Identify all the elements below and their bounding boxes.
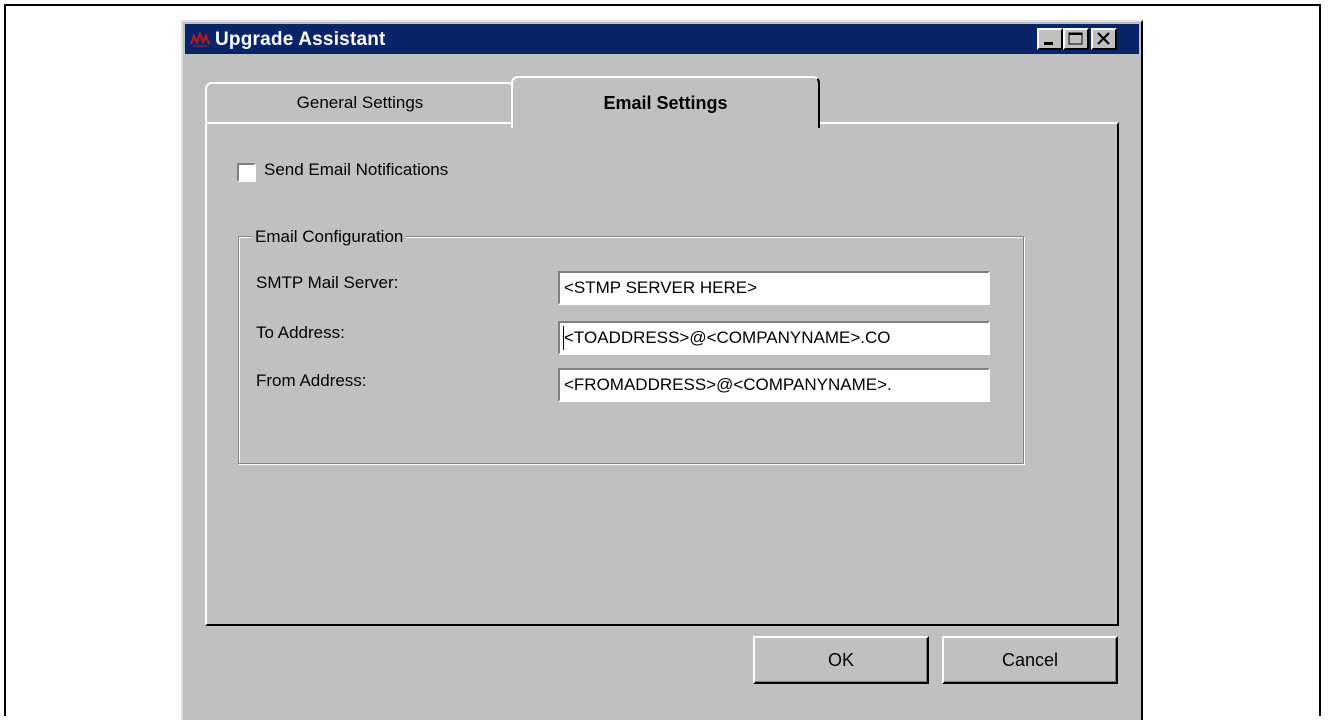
close-button[interactable] [1091, 28, 1117, 50]
minimize-icon [1044, 42, 1053, 45]
cancel-button[interactable]: Cancel [942, 636, 1118, 684]
text-caret [563, 326, 564, 350]
tab-email-settings-label: Email Settings [603, 93, 728, 113]
title-bar[interactable]: Upgrade Assistant [185, 24, 1139, 54]
to-address-input[interactable] [558, 321, 990, 355]
close-icon [1097, 32, 1110, 45]
email-configuration-title: Email Configuration [252, 227, 407, 247]
send-email-notifications-label[interactable]: Send Email Notifications [264, 160, 448, 180]
tab-general-settings[interactable]: General Settings [205, 82, 515, 124]
to-address-label: To Address: [256, 323, 345, 342]
tab-general-settings-label: General Settings [296, 93, 424, 112]
send-email-notifications-checkbox[interactable] [237, 163, 256, 182]
tab-email-settings[interactable]: Email Settings [511, 76, 820, 128]
window-title: Upgrade Assistant [215, 29, 386, 50]
ok-button[interactable]: OK [753, 636, 929, 684]
minimize-button[interactable] [1037, 28, 1063, 50]
maximize-icon [1068, 32, 1083, 45]
from-address-label: From Address: [256, 371, 367, 390]
smtp-server-label: SMTP Mail Server: [256, 273, 399, 292]
smtp-server-input[interactable] [558, 271, 990, 305]
maximize-button[interactable] [1063, 28, 1089, 50]
app-icon [189, 30, 211, 48]
from-address-input[interactable] [558, 368, 990, 402]
